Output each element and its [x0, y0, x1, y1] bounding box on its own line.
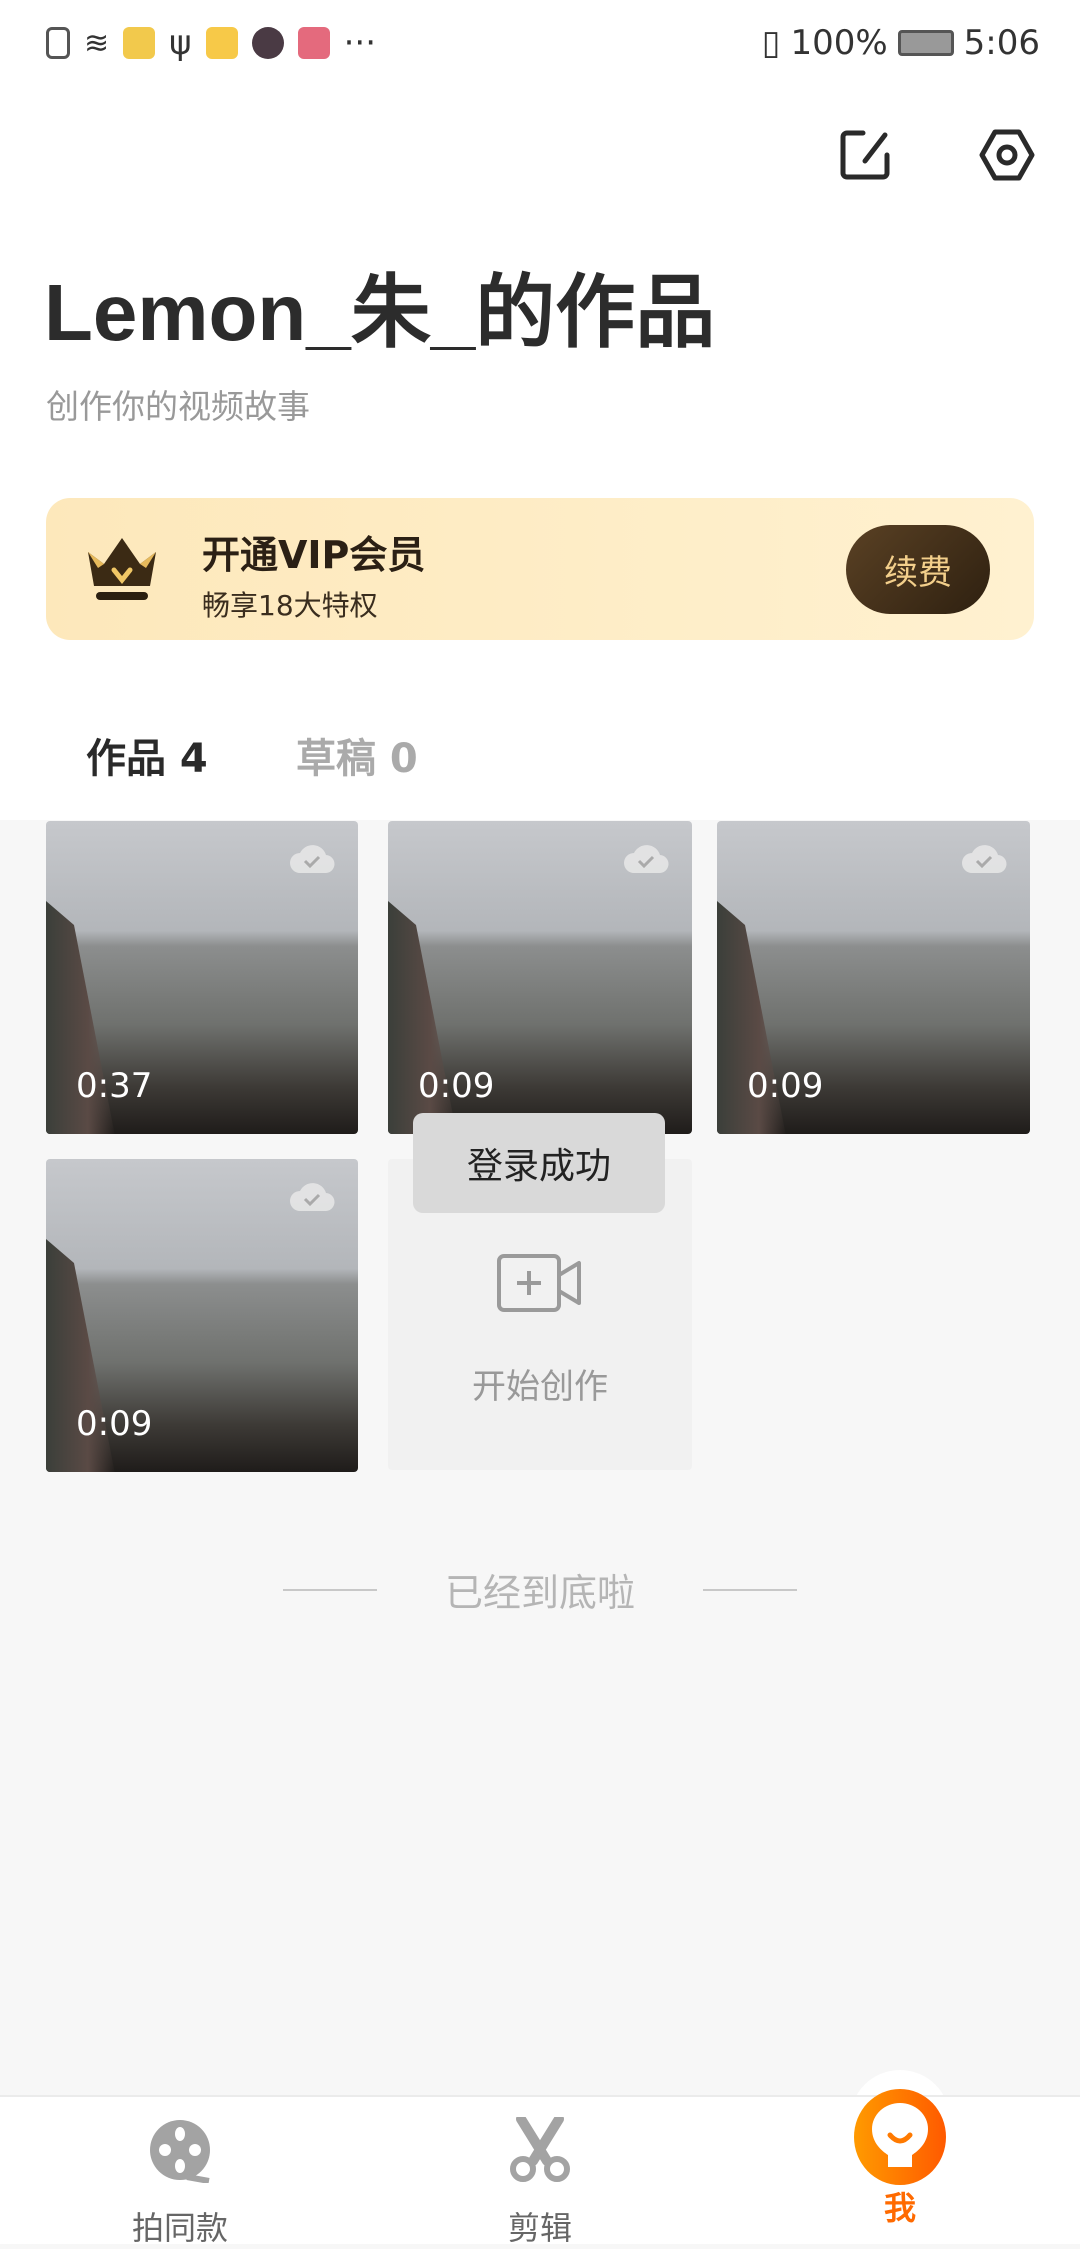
video-duration: 0:37	[76, 1066, 153, 1106]
nav-item-me[interactable]: 我	[800, 2089, 1000, 2227]
add-video-icon	[497, 1254, 581, 1312]
settings-icon[interactable]	[979, 127, 1035, 183]
clock: 5:06	[963, 23, 1040, 63]
page-title: Lemon_朱_的作品	[44, 268, 716, 357]
nav-item-shoot-same[interactable]: 拍同款	[80, 2117, 280, 2247]
cloud-synced-icon	[962, 845, 1007, 874]
work-item[interactable]: 0:09	[388, 821, 692, 1134]
work-item[interactable]: 0:37	[46, 821, 358, 1134]
divider	[703, 1588, 797, 1591]
crown-icon	[88, 538, 156, 600]
scissors-icon	[510, 2114, 570, 2182]
usb-icon: ψ	[169, 23, 192, 63]
work-item[interactable]: 0:09	[717, 821, 1030, 1134]
shopping-icon	[297, 27, 330, 59]
bottom-nav: 拍同款 剪辑 我	[0, 2089, 1080, 2247]
cloud-synced-icon	[290, 1183, 335, 1212]
cloud-synced-icon	[624, 845, 669, 874]
cloud-synced-icon	[290, 845, 335, 874]
film-reel-icon	[150, 2120, 210, 2184]
vibrate-icon: ▯	[761, 23, 781, 63]
divider	[282, 1588, 377, 1591]
nav-item-edit[interactable]: 剪辑	[440, 2114, 640, 2247]
vip-banner[interactable]: 开通VIP会员 畅享18大特权 续费	[46, 498, 1034, 640]
more-notifications-icon: ···	[343, 23, 377, 63]
start-create-label: 开始创作	[472, 1367, 608, 1407]
nav-label: 剪辑	[507, 2209, 572, 2247]
edit-icon[interactable]	[837, 127, 893, 183]
vip-subtitle: 畅享18大特权	[202, 589, 378, 622]
video-duration: 0:09	[747, 1066, 824, 1106]
profile-icon	[854, 2089, 946, 2185]
tab-works[interactable]: 作品 4	[86, 726, 208, 784]
wifi-icon: ≋	[84, 25, 110, 61]
vip-title: 开通VIP会员	[202, 533, 426, 577]
sim-alert-icon	[46, 27, 70, 59]
video-duration: 0:09	[418, 1066, 495, 1106]
work-item[interactable]: 0:09	[46, 1159, 358, 1472]
nav-label: 拍同款	[131, 2209, 228, 2247]
tiktok-icon	[251, 27, 284, 59]
status-bar: ≋ ψ ··· ▯ 100% 5:06	[46, 18, 1040, 68]
battery-percent: 100%	[790, 23, 888, 63]
end-of-list-text: 已经到底啦	[444, 1571, 635, 1615]
tab-drafts[interactable]: 草稿 0	[296, 726, 418, 784]
toast-message: 登录成功	[413, 1113, 665, 1213]
end-of-list: 已经到底啦	[0, 1562, 1080, 1617]
taxi-app-icon	[123, 27, 156, 59]
page-subtitle: 创作你的视频故事	[46, 387, 310, 426]
weibo-icon	[205, 27, 238, 59]
battery-icon	[897, 30, 954, 56]
nav-label: 我	[883, 2189, 916, 2227]
renew-button[interactable]: 续费	[846, 525, 990, 614]
video-duration: 0:09	[76, 1404, 153, 1444]
